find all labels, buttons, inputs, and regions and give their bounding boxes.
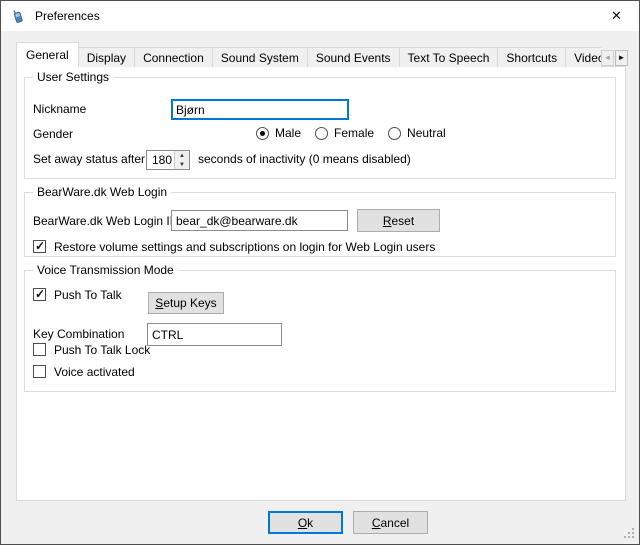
web-login-id-label: BearWare.dk Web Login ID bbox=[33, 214, 178, 228]
radio-neutral[interactable] bbox=[388, 127, 401, 140]
title-bar[interactable]: Preferences ✕ bbox=[1, 1, 639, 31]
close-button[interactable]: ✕ bbox=[594, 1, 639, 30]
away-seconds-spin-buttons: ▲ ▼ bbox=[174, 151, 189, 169]
preferences-dialog: Preferences ✕ GeneralDisplayConnectionSo… bbox=[0, 0, 640, 545]
cancel-button[interactable]: Cancel bbox=[353, 511, 428, 534]
ptt-lock-label: Push To Talk Lock bbox=[54, 343, 150, 357]
key-combination-label: Key Combination bbox=[33, 327, 124, 341]
away-prefix-label: Set away status after bbox=[33, 152, 145, 166]
tab-display[interactable]: Display bbox=[78, 47, 135, 67]
tab-connection[interactable]: Connection bbox=[134, 47, 213, 67]
group-user-settings: User Settings Nickname Gender MaleFemale… bbox=[24, 77, 616, 179]
restore-volume-label: Restore volume settings and subscription… bbox=[54, 240, 435, 254]
tab-general[interactable]: General bbox=[16, 42, 79, 67]
check-icon: ✓ bbox=[35, 239, 45, 253]
setup-keys-button[interactable]: Setup Keys bbox=[148, 292, 224, 314]
push-to-talk-label: Push To Talk bbox=[54, 288, 122, 302]
tab-video[interactable]: Video bbox=[565, 47, 601, 67]
key-combination-input[interactable] bbox=[147, 323, 282, 346]
voice-activated-label: Voice activated bbox=[54, 365, 135, 379]
resize-grip[interactable] bbox=[623, 528, 635, 540]
voice-activated-checkbox-row[interactable]: ✓ Voice activated bbox=[33, 364, 135, 379]
web-login-id-input[interactable] bbox=[171, 210, 348, 231]
restore-volume-checkbox[interactable]: ✓ bbox=[33, 240, 46, 253]
group-voice-transmission-title: Voice Transmission Mode bbox=[33, 263, 178, 277]
voice-activated-checkbox[interactable]: ✓ bbox=[33, 365, 46, 378]
gender-option-male[interactable]: Male bbox=[256, 126, 301, 140]
tab-scroll-left-icon[interactable]: ◄ bbox=[601, 50, 614, 66]
window-title: Preferences bbox=[35, 9, 100, 23]
group-web-login: BearWare.dk Web Login BearWare.dk Web Lo… bbox=[24, 192, 616, 257]
spin-down-icon[interactable]: ▼ bbox=[175, 160, 189, 169]
away-suffix-label: seconds of inactivity (0 means disabled) bbox=[198, 152, 411, 166]
ptt-lock-checkbox-row[interactable]: ✓ Push To Talk Lock bbox=[33, 342, 150, 357]
nickname-input[interactable] bbox=[171, 99, 349, 120]
away-seconds-value: 180 bbox=[147, 151, 174, 169]
ptt-lock-checkbox[interactable]: ✓ bbox=[33, 343, 46, 356]
app-icon bbox=[10, 8, 26, 24]
radio-female[interactable] bbox=[315, 127, 328, 140]
ok-button[interactable]: Ok bbox=[268, 511, 343, 534]
group-user-settings-title: User Settings bbox=[33, 70, 113, 84]
group-voice-transmission: Voice Transmission Mode ✓ Push To Talk S… bbox=[24, 270, 616, 392]
restore-volume-checkbox-row[interactable]: ✓ Restore volume settings and subscripti… bbox=[33, 239, 435, 254]
group-web-login-title: BearWare.dk Web Login bbox=[33, 185, 171, 199]
radio-label-male: Male bbox=[275, 126, 301, 140]
radio-label-female: Female bbox=[334, 126, 374, 140]
push-to-talk-checkbox-row[interactable]: ✓ Push To Talk bbox=[33, 287, 122, 302]
tab-scroll-buttons: ◄ ► bbox=[601, 50, 628, 66]
tab-sound-system[interactable]: Sound System bbox=[212, 47, 308, 67]
tab-sound-events[interactable]: Sound Events bbox=[307, 47, 400, 67]
tab-bar: GeneralDisplayConnectionSound SystemSoun… bbox=[16, 42, 601, 67]
push-to-talk-checkbox[interactable]: ✓ bbox=[33, 288, 46, 301]
reset-button[interactable]: Reset bbox=[357, 209, 440, 232]
nickname-label: Nickname bbox=[33, 102, 86, 116]
general-tab-page: User Settings Nickname Gender Male Female… bbox=[16, 66, 626, 501]
gender-option-neutral[interactable]: Neutral bbox=[388, 126, 446, 140]
gender-option-female[interactable]: Female bbox=[315, 126, 374, 140]
tab-shortcuts[interactable]: Shortcuts bbox=[497, 47, 566, 67]
tab-text-to-speech[interactable]: Text To Speech bbox=[399, 47, 499, 67]
tab-scroll-right-icon[interactable]: ► bbox=[615, 50, 628, 66]
check-icon: ✓ bbox=[35, 287, 45, 301]
gender-options: Male Female Neutral bbox=[256, 125, 446, 141]
radio-male[interactable] bbox=[256, 127, 269, 140]
spin-up-icon[interactable]: ▲ bbox=[175, 151, 189, 160]
radio-label-neutral: Neutral bbox=[407, 126, 446, 140]
away-seconds-spinbox[interactable]: 180 ▲ ▼ bbox=[146, 150, 190, 170]
gender-label: Gender bbox=[33, 127, 73, 141]
